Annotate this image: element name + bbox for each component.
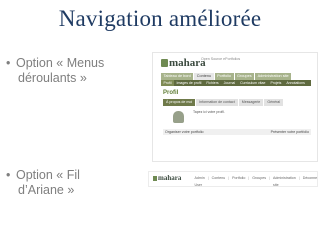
submenu-item[interactable]: Images de profil [174,80,204,86]
breadcrumb-item[interactable]: Déconnexion [301,175,317,186]
menu-item-active[interactable]: Contenu [194,73,215,80]
tab-contact[interactable]: Information de contact [196,99,238,106]
profile-tabs: À propos de moi Information de contact M… [163,99,284,106]
menu-item[interactable]: Portfolio [214,73,235,80]
mahara-logo: mahara [161,57,206,69]
portfolio-footer: Organiser votre portfolio Présenter votr… [163,129,311,135]
slide-title: Navigation améliorée [58,6,262,31]
bullet-text: Option « Menus [16,56,105,70]
dropdown-submenu: Profil Images de profil Fichiers Journal… [161,80,311,86]
bullet-breadcrumb: • Option « Fil d’Ariane » [6,168,80,198]
submenu-item-active[interactable]: Profil [161,80,174,86]
bullet-menus: • Option « Menus déroulants » [6,56,104,86]
submenu-item[interactable]: Fichiers [204,80,221,86]
bullet-dot-icon: • [6,56,11,70]
tab-general[interactable]: Général [264,99,284,106]
submenu-item[interactable]: Journal [221,80,237,86]
mahara-tagline: Open Source ePortfolios [201,57,241,61]
main-menu: Tableau de bord Contenu Portfolio Groupe… [161,73,293,80]
menu-item[interactable]: Administration site [255,73,293,80]
submenu-item[interactable]: Projets [268,80,284,86]
bullet-text: Option « Fil [16,168,80,182]
submenu-item[interactable]: Annotations [284,80,308,86]
present-portfolio-link[interactable]: Présenter votre portfolio [269,129,311,135]
mahara-logo: mahara [153,174,181,182]
avatar [173,111,184,123]
breadcrumb-item[interactable]: Administration site [272,175,298,186]
bullet-dot-icon: • [6,168,11,182]
page-heading: Profil [163,90,179,96]
breadcrumb-item[interactable]: Portfolio [231,175,247,186]
menu-item[interactable]: Groupes [234,73,256,80]
mahara-logo-icon [161,59,168,67]
mahara-menus-screenshot: mahara Open Source ePortfolios Tableau d… [152,52,318,162]
breadcrumb: Admin User | Contenu | Portfolio | Groupes |… [193,175,318,186]
breadcrumb-item[interactable]: Groupes [251,175,268,186]
mahara-logo-icon [153,175,157,181]
bullet-text-line2: d’Ariane » [18,183,75,197]
tab-messaging[interactable]: Messagerie [238,99,264,106]
organize-portfolio-link[interactable]: Organiser votre portfolio [163,129,206,135]
menu-item[interactable]: Tableau de bord [161,73,195,80]
breadcrumb-item[interactable]: Admin User [193,175,206,186]
tab-about[interactable]: À propos de moi [163,99,196,106]
submenu-item[interactable]: Curriculum vitae [238,80,268,86]
breadcrumb-item[interactable]: Contenu [210,175,227,186]
bullet-text-line2: déroulants » [18,71,87,85]
mahara-breadcrumb-screenshot: mahara Admin User | Contenu | Portfolio | G… [148,171,318,187]
profile-text: Tapez ici votre profil. [193,110,225,114]
